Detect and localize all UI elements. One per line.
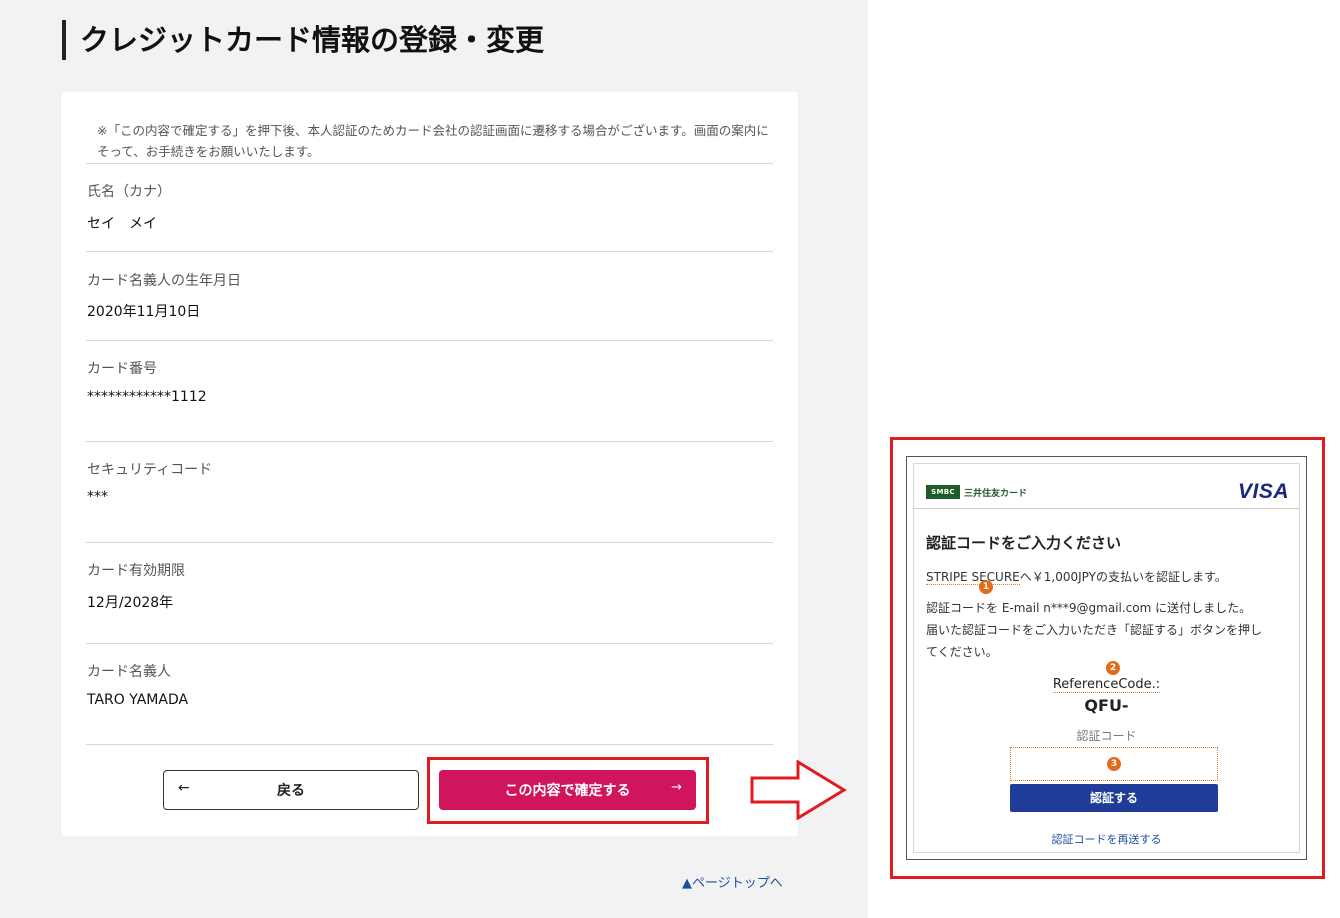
- transition-arrow-icon: [750, 760, 847, 820]
- authenticate-button[interactable]: 認証する: [1010, 784, 1218, 812]
- field-label-name-kana: 氏名（カナ）: [87, 184, 171, 200]
- field-value-expiry: 12月/2028年: [87, 595, 174, 611]
- field-label-security-code: セキュリティコード: [87, 462, 213, 478]
- field-value-card-number: ************1112: [87, 389, 207, 405]
- divider: [86, 744, 773, 745]
- marker-3: 3: [1107, 757, 1121, 771]
- reference-code-value: QFU-: [1084, 696, 1129, 715]
- instruction-line-2: てください。: [926, 645, 998, 659]
- field-label-birthdate: カード名義人の生年月日: [87, 273, 241, 289]
- divider: [86, 441, 773, 442]
- issuer-logo: SMBC 三井住友カード: [926, 484, 1027, 500]
- auth-dialog-inner: SMBC 三井住友カード VISA 認証コードをご入力ください STRIPE S…: [913, 463, 1300, 853]
- page-title: クレジットカード情報の登録・変更: [62, 20, 544, 60]
- field-value-name-kana: セイ メイ: [87, 216, 157, 232]
- field-label-expiry: カード有効期限: [87, 563, 185, 579]
- back-button-label: 戻る: [277, 783, 305, 799]
- field-value-birthdate: 2020年11月10日: [87, 304, 201, 320]
- marker-2: 2: [1106, 661, 1120, 675]
- divider: [914, 508, 1299, 509]
- field-value-security-code: ***: [87, 489, 108, 505]
- field-label-cardholder: カード名義人: [87, 664, 171, 680]
- confirm-button-highlight: [427, 757, 709, 824]
- code-sent-prefix: 認証コードを: [926, 601, 1002, 615]
- smbc-badge: SMBC: [926, 485, 960, 499]
- reference-code-label: ReferenceCode.:: [914, 677, 1299, 693]
- auth-dialog: SMBC 三井住友カード VISA 認証コードをご入力ください STRIPE S…: [906, 456, 1307, 860]
- page-top-link[interactable]: ▲ページトップへ: [682, 872, 783, 891]
- arrow-left-icon: ←: [178, 780, 190, 796]
- marker-1: 1: [979, 580, 993, 594]
- divider: [86, 163, 773, 164]
- instruction-line-1: 届いた認証コードをご入力いただき「認証する」ボタンを押し: [926, 623, 1263, 637]
- card-info-card: ※「この内容で確定する」を押下後、本人認証のためカード会社の認証画面に遷移する場…: [61, 92, 798, 836]
- issuer-name: 三井住友カード: [964, 488, 1028, 499]
- merchant-name: STRIPE SECURE: [926, 570, 1020, 585]
- auth-heading: 認証コードをご入力ください: [926, 534, 1122, 552]
- field-label-card-number: カード番号: [87, 361, 157, 377]
- visa-logo: VISA: [1237, 480, 1289, 503]
- code-sent-suffix: に送付しました。: [1151, 601, 1252, 615]
- payment-amount-text: へ￥1,000JPYの支払いを認証します。: [1019, 570, 1227, 584]
- auth-code-label: 認証コード: [1076, 729, 1137, 743]
- code-sent-text: 認証コードを E-mail n***9@gmail.com に送付しました。: [926, 599, 1251, 616]
- divider: [86, 542, 773, 543]
- back-button[interactable]: ← 戻る: [163, 770, 419, 810]
- divider: [86, 340, 773, 341]
- field-value-cardholder: TARO YAMADA: [87, 692, 189, 708]
- reference-code-label-text: ReferenceCode.:: [1052, 677, 1161, 693]
- divider: [86, 643, 773, 644]
- divider: [86, 251, 773, 252]
- resend-code-link[interactable]: 認証コードを再送する: [914, 831, 1299, 847]
- payment-text: STRIPE SECUREへ￥1,000JPYの支払いを認証します。: [926, 568, 1227, 585]
- redirect-notice: ※「この内容で確定する」を押下後、本人認証のためカード会社の認証画面に遷移する場…: [97, 123, 769, 159]
- masked-email: E-mail n***9@gmail.com: [1001, 601, 1152, 615]
